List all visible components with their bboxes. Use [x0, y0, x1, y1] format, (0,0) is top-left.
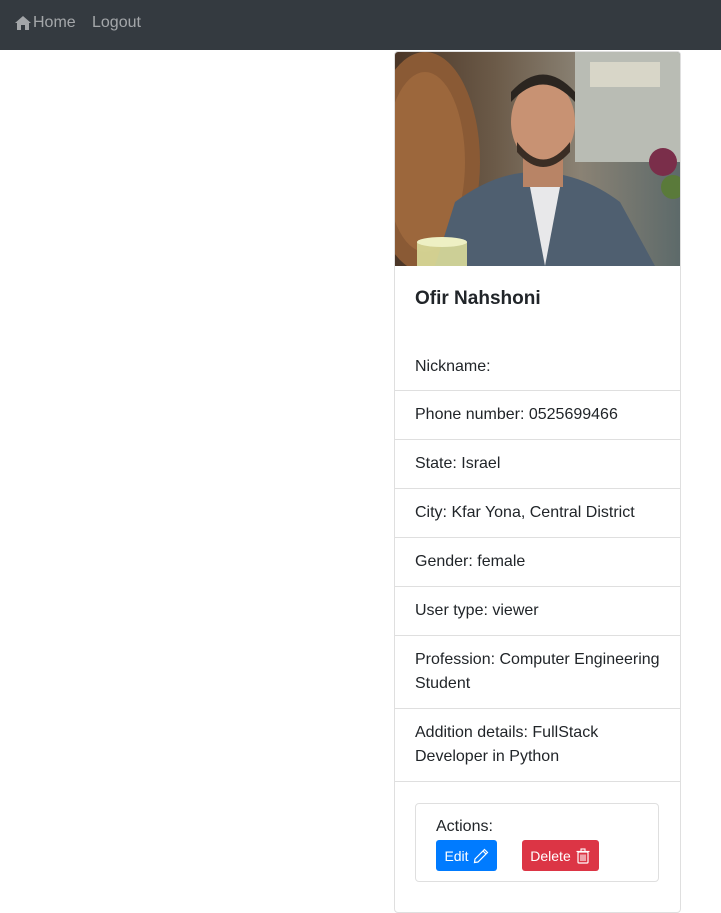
nav-logout-link[interactable]: Logout — [92, 14, 141, 32]
profile-card: Ofir Nahshoni Nickname: Phone number: 05… — [394, 51, 681, 913]
detail-phone: Phone number: 0525699466 — [395, 391, 680, 440]
edit-button-label: Edit — [444, 847, 469, 864]
delete-button[interactable]: Delete — [522, 840, 599, 871]
navbar: Home Logout — [0, 0, 721, 50]
detail-user-type: User type: viewer — [395, 587, 680, 636]
actions-label: Actions: — [436, 818, 493, 835]
nav-home-label: Home — [33, 14, 76, 31]
actions-panel: Actions: Edit Delete — [415, 803, 659, 882]
detail-nickname: Nickname: — [395, 344, 680, 391]
profile-name: Ofir Nahshoni — [415, 288, 541, 309]
detail-profession: Profession: Computer Engineering Student — [395, 636, 680, 709]
profile-photo — [395, 52, 680, 266]
pencil-icon — [473, 848, 488, 863]
delete-button-label: Delete — [530, 847, 571, 864]
detail-additional: Addition details: FullStack Developer in… — [395, 709, 680, 782]
nav-logout-label: Logout — [92, 14, 141, 31]
nav-home-link[interactable]: Home — [15, 14, 76, 32]
trash-icon — [576, 847, 590, 864]
detail-gender: Gender: female — [395, 538, 680, 587]
home-icon — [15, 16, 31, 30]
edit-button[interactable]: Edit — [436, 840, 497, 871]
detail-state: State: Israel — [395, 440, 680, 489]
detail-city: City: Kfar Yona, Central District — [395, 489, 680, 538]
